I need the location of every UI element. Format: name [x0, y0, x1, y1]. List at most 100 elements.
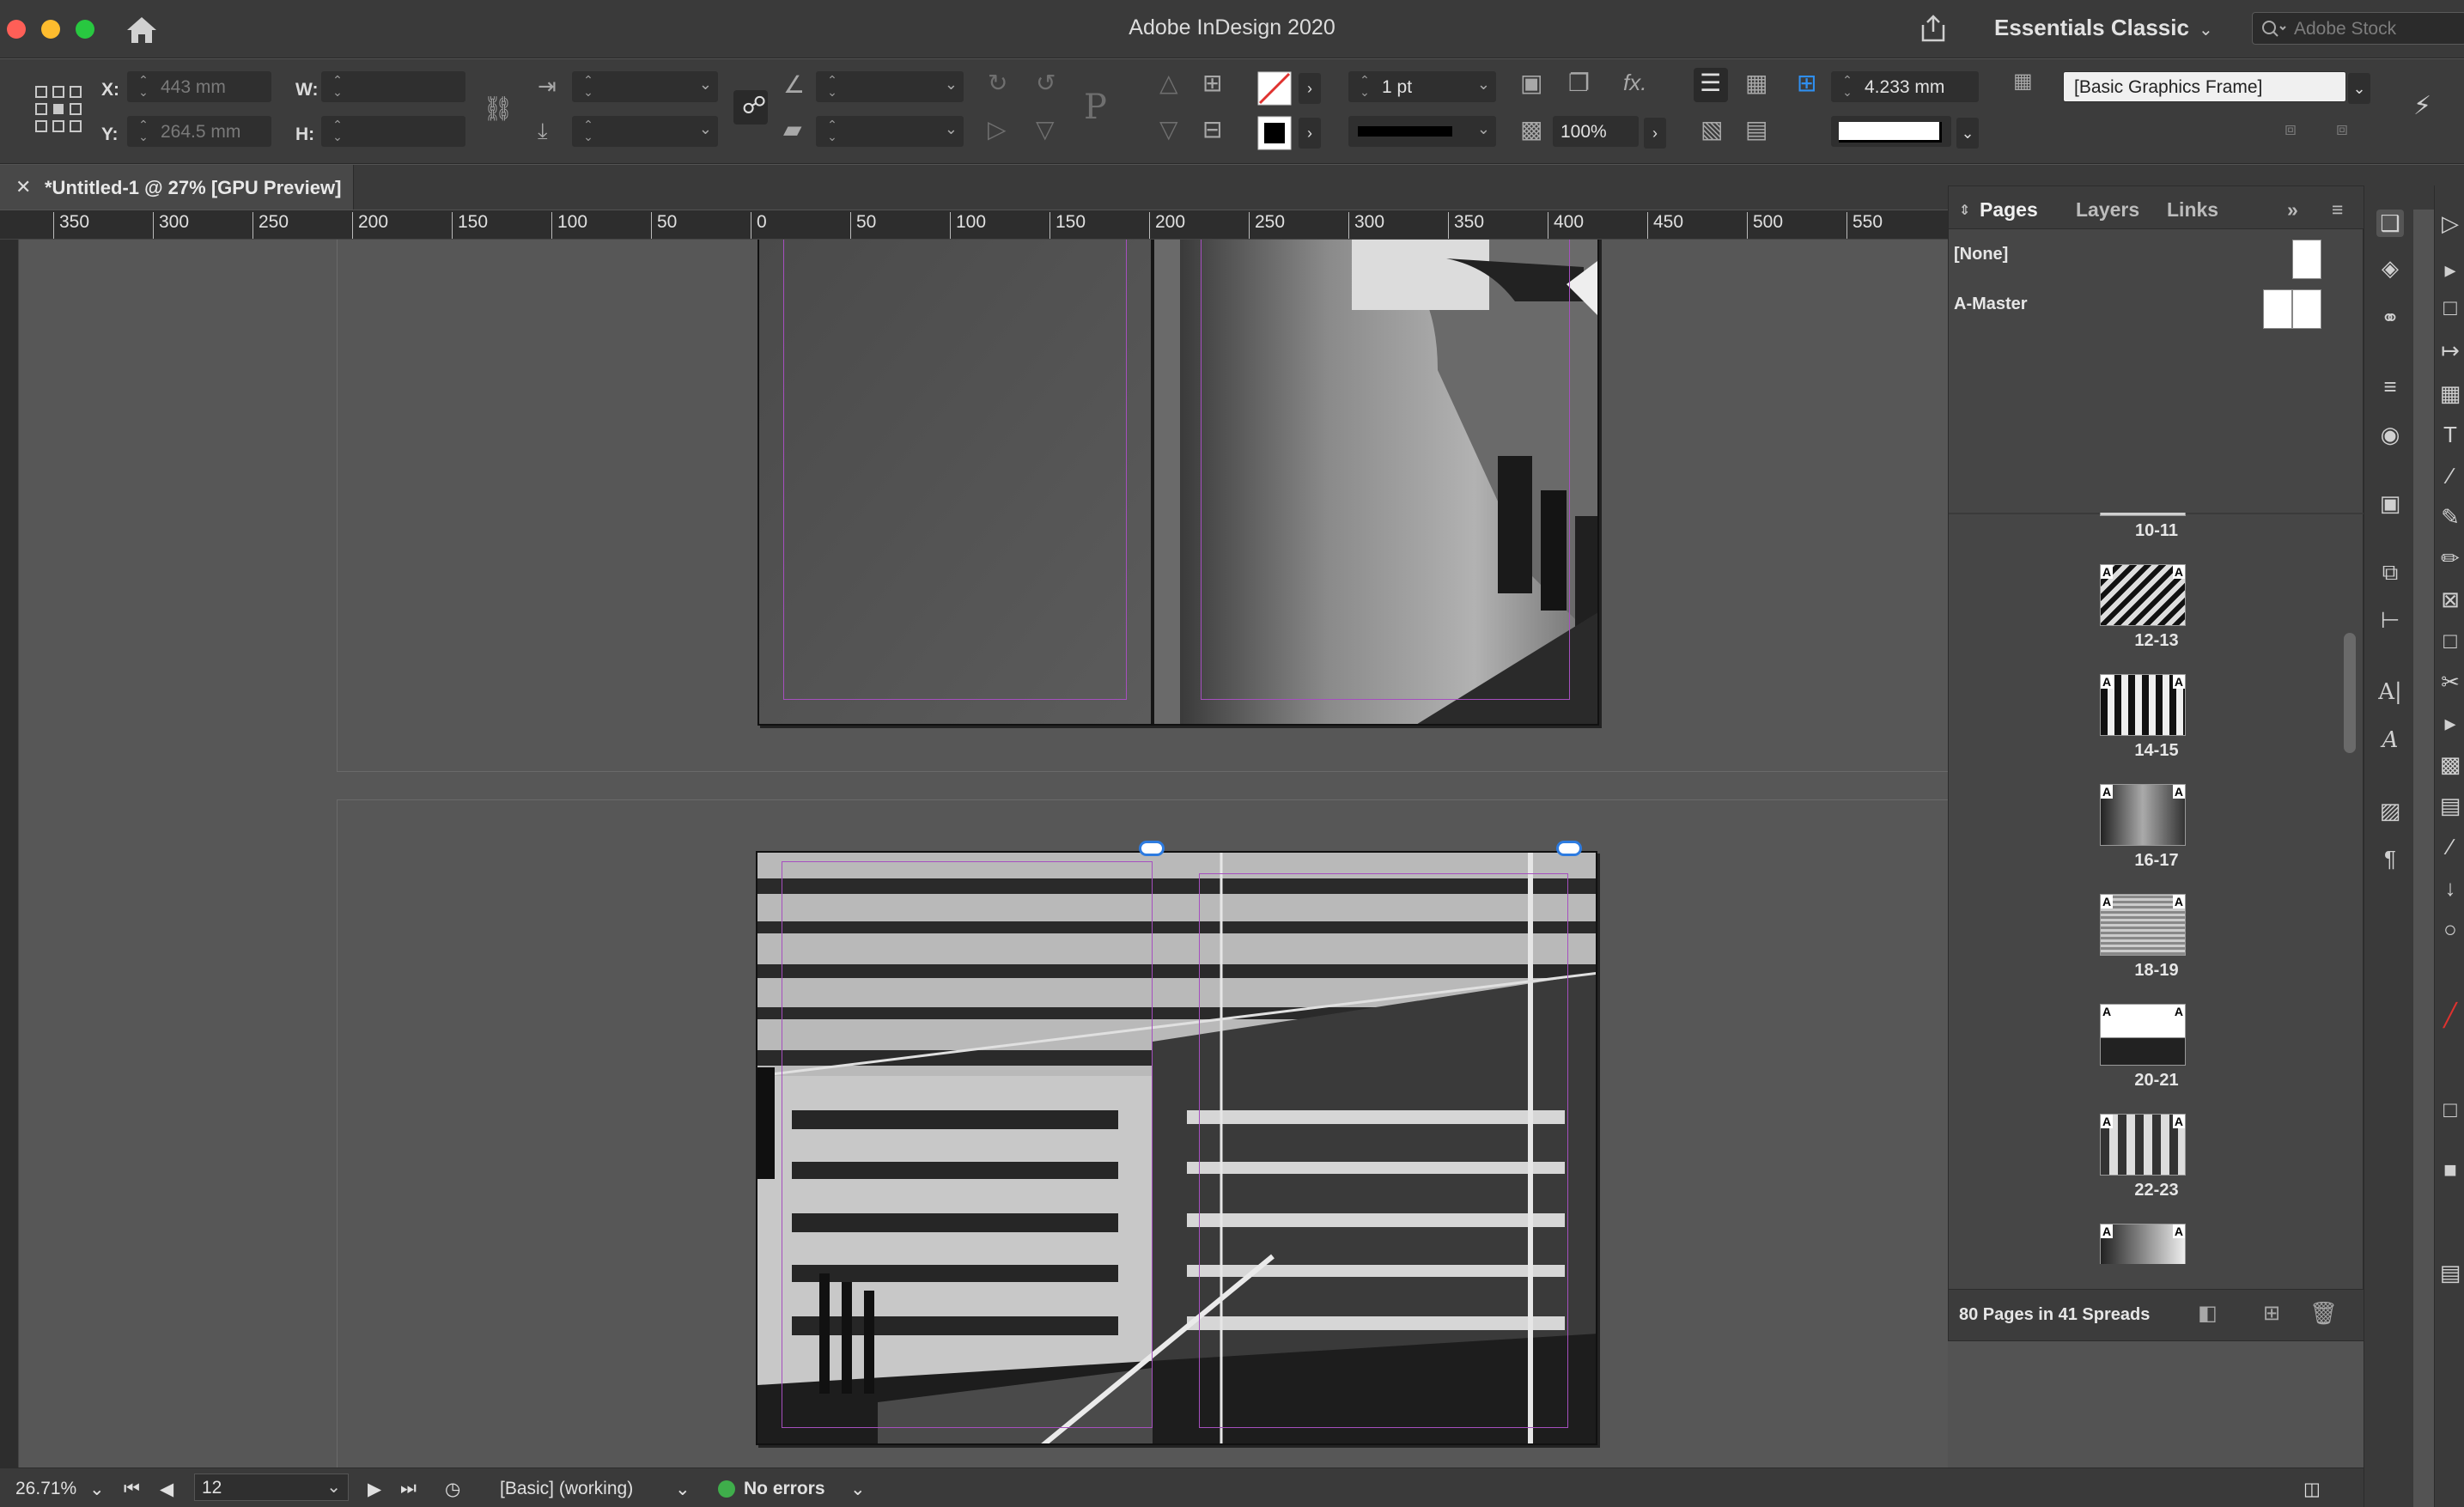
- paragraph-p-icon[interactable]: P: [1084, 90, 1107, 125]
- screen-mode-icon[interactable]: ■: [2437, 1156, 2464, 1183]
- spread-thumbnail[interactable]: AA: [2100, 674, 2186, 736]
- stepper-icon[interactable]: ⌃ ⌄: [135, 118, 152, 144]
- eyedropper-tool-icon[interactable]: ∕: [2437, 833, 2464, 860]
- fill-stroke-icon[interactable]: ╱: [2437, 1001, 2464, 1029]
- master-a-thumbnail-left[interactable]: [2263, 289, 2292, 329]
- chevron-down-icon[interactable]: ⌄: [1477, 76, 1490, 94]
- stepper-icon[interactable]: ⌃ ⌄: [824, 74, 841, 100]
- stepper-icon[interactable]: ⌃ ⌄: [580, 118, 597, 144]
- zoom-level[interactable]: 26.71%: [15, 1479, 76, 1499]
- trash-icon[interactable]: 🗑: [2309, 1302, 2338, 1324]
- pasteboard[interactable]: [19, 240, 1948, 1468]
- rotate-ccw-icon[interactable]: ↺: [1036, 71, 1056, 95]
- opacity-menu-button[interactable]: ›: [1644, 118, 1666, 149]
- stroke-weight-field[interactable]: ⌃ ⌄ 1 pt ⌄: [1348, 71, 1496, 102]
- clear-overrides-icon[interactable]: ⧈: [2285, 119, 2297, 138]
- stepper-icon[interactable]: ⌃ ⌄: [135, 74, 152, 100]
- pencil-tool-icon[interactable]: ✏: [2437, 544, 2464, 572]
- chevron-down-icon[interactable]: ⌄: [945, 76, 958, 94]
- text-wrap-panel-icon[interactable]: ▨: [2376, 797, 2404, 824]
- cc-libraries-icon[interactable]: ▣: [2376, 489, 2404, 517]
- tab-layers[interactable]: Layers: [2076, 198, 2139, 222]
- master-none[interactable]: [None]: [1954, 245, 2008, 264]
- glyphs-panel-icon[interactable]: A: [2376, 726, 2404, 754]
- stroke-type-field[interactable]: ⌄: [1348, 116, 1496, 147]
- type-tool-icon[interactable]: T: [2437, 421, 2464, 448]
- wrap-object-shape-icon[interactable]: ▧: [1700, 118, 1723, 142]
- rotate-cw-icon[interactable]: ↻: [988, 71, 1007, 95]
- spread-thumbnail[interactable]: AA: [2100, 1224, 2186, 1264]
- clear-attributes-icon[interactable]: ⧈: [2336, 119, 2348, 138]
- x-position-field[interactable]: ⌃ ⌄ 443 mm: [127, 71, 271, 102]
- selection-tool-icon[interactable]: ▷: [2437, 210, 2464, 237]
- spread-item[interactable]: AA 18-19: [1949, 884, 2364, 994]
- spread-list-scrollbar[interactable]: [2344, 530, 2356, 1234]
- spread-list[interactable]: 10-11 AA 12-13 AA 14-15 AA 16-17 AA 18-1…: [1949, 513, 2364, 1264]
- effects-fx-icon[interactable]: fx.: [1623, 71, 1646, 94]
- new-page-icon[interactable]: ⊞: [2263, 1303, 2280, 1324]
- rotation-field[interactable]: ⌃ ⌄ ⌄: [816, 71, 964, 102]
- corner-shape-field[interactable]: [1831, 116, 1951, 147]
- spread-item[interactable]: AA 12-13: [1949, 554, 2364, 664]
- corner-menu-button[interactable]: ⌄: [1956, 118, 1979, 149]
- link-badge-icon[interactable]: [1556, 841, 1582, 856]
- stroke-swatch[interactable]: [1257, 116, 1292, 150]
- spread-thumbnail[interactable]: AA: [2100, 1004, 2186, 1066]
- character-styles-icon[interactable]: A|: [2376, 678, 2404, 706]
- scale-y-icon[interactable]: ⤓: [538, 119, 548, 142]
- chevron-down-icon[interactable]: ⌄: [699, 76, 712, 94]
- align-panel-icon[interactable]: ⊢: [2376, 606, 2404, 634]
- chevron-down-icon[interactable]: ⌄: [699, 120, 712, 138]
- scale-x-icon[interactable]: ⇥: [538, 75, 557, 97]
- flip-horizontal-icon[interactable]: ▷: [988, 118, 1007, 142]
- opacity-field[interactable]: 100%: [1553, 116, 1639, 147]
- select-container-icon[interactable]: △: [1159, 71, 1178, 95]
- zoom-dropdown-icon[interactable]: ⌄: [89, 1479, 105, 1500]
- frame-fitting-icon[interactable]: ▣: [1520, 71, 1542, 95]
- paragraph-styles-icon[interactable]: ¶: [2376, 845, 2404, 872]
- select-content-icon[interactable]: ▽: [1159, 118, 1178, 142]
- pen-tool-icon[interactable]: ✎: [2437, 503, 2464, 531]
- photo-frame-concrete[interactable]: [757, 240, 1599, 726]
- shear-field[interactable]: ⌃ ⌄ ⌄: [816, 116, 964, 147]
- hand-tool-icon[interactable]: ↓: [2437, 874, 2464, 902]
- stepper-icon[interactable]: ⌃ ⌄: [1356, 74, 1373, 100]
- chevron-down-icon[interactable]: ⌄: [675, 1479, 691, 1500]
- spread-item[interactable]: AA 22-23: [1949, 1103, 2364, 1213]
- spread-item[interactable]: AA 16-17: [1949, 774, 2364, 884]
- last-page-icon[interactable]: ⏭: [400, 1479, 417, 1499]
- preflight-icon[interactable]: ◷: [445, 1479, 460, 1500]
- spread-thumbnail[interactable]: AA: [2100, 784, 2186, 846]
- page-tool-icon[interactable]: □: [2437, 294, 2464, 321]
- wrap-bounding-box-icon[interactable]: ▦: [1745, 71, 1767, 95]
- spread-thumbnail[interactable]: AA: [2100, 1114, 2186, 1176]
- workspace-switcher[interactable]: Essentials Classic: [1994, 15, 2189, 41]
- constrain-scale-button[interactable]: ☍: [733, 90, 768, 125]
- opacity-icon[interactable]: ▩: [1520, 118, 1542, 142]
- first-page-icon[interactable]: ⏮: [124, 1479, 140, 1499]
- text-wrap-none-button[interactable]: ☰: [1694, 68, 1728, 102]
- chevron-down-icon[interactable]: ⌄: [945, 120, 958, 138]
- stock-search-input[interactable]: Adobe Stock: [2252, 12, 2464, 45]
- layers-panel-icon[interactable]: ◈: [2376, 254, 2404, 282]
- select-previous-icon[interactable]: ⊟: [1202, 118, 1222, 142]
- page-number-field[interactable]: 12 ⌄: [194, 1474, 349, 1501]
- previous-page-icon[interactable]: ◀: [160, 1479, 173, 1500]
- collapse-arrows-icon[interactable]: ⇕: [1959, 202, 1970, 219]
- spread-thumbnail[interactable]: AA: [2100, 564, 2186, 626]
- spread-item[interactable]: 10-11: [1949, 513, 2364, 554]
- auto-fit-icon[interactable]: ⊞: [1797, 71, 1816, 95]
- scale-y-field[interactable]: ⌃ ⌄ ⌄: [572, 116, 718, 147]
- select-next-icon[interactable]: ⊞: [1202, 71, 1222, 95]
- collapse-panel-icon[interactable]: »: [2287, 198, 2298, 222]
- line-tool-icon[interactable]: ∕: [2437, 462, 2464, 489]
- gradient-tool-icon[interactable]: ▩: [2437, 750, 2464, 778]
- drop-shadow-icon[interactable]: ❐: [1568, 71, 1590, 95]
- stepper-icon[interactable]: ⌃ ⌄: [1839, 74, 1856, 100]
- stepper-icon[interactable]: ⌃ ⌄: [580, 74, 597, 100]
- scissors-tool-icon[interactable]: ✂: [2437, 668, 2464, 696]
- next-page-icon[interactable]: ▶: [368, 1479, 381, 1500]
- rectangle-tool-icon[interactable]: □: [2437, 627, 2464, 654]
- spread-item[interactable]: AA 20-21: [1949, 994, 2364, 1103]
- pathfinder-panel-icon[interactable]: ⧉: [2376, 558, 2404, 586]
